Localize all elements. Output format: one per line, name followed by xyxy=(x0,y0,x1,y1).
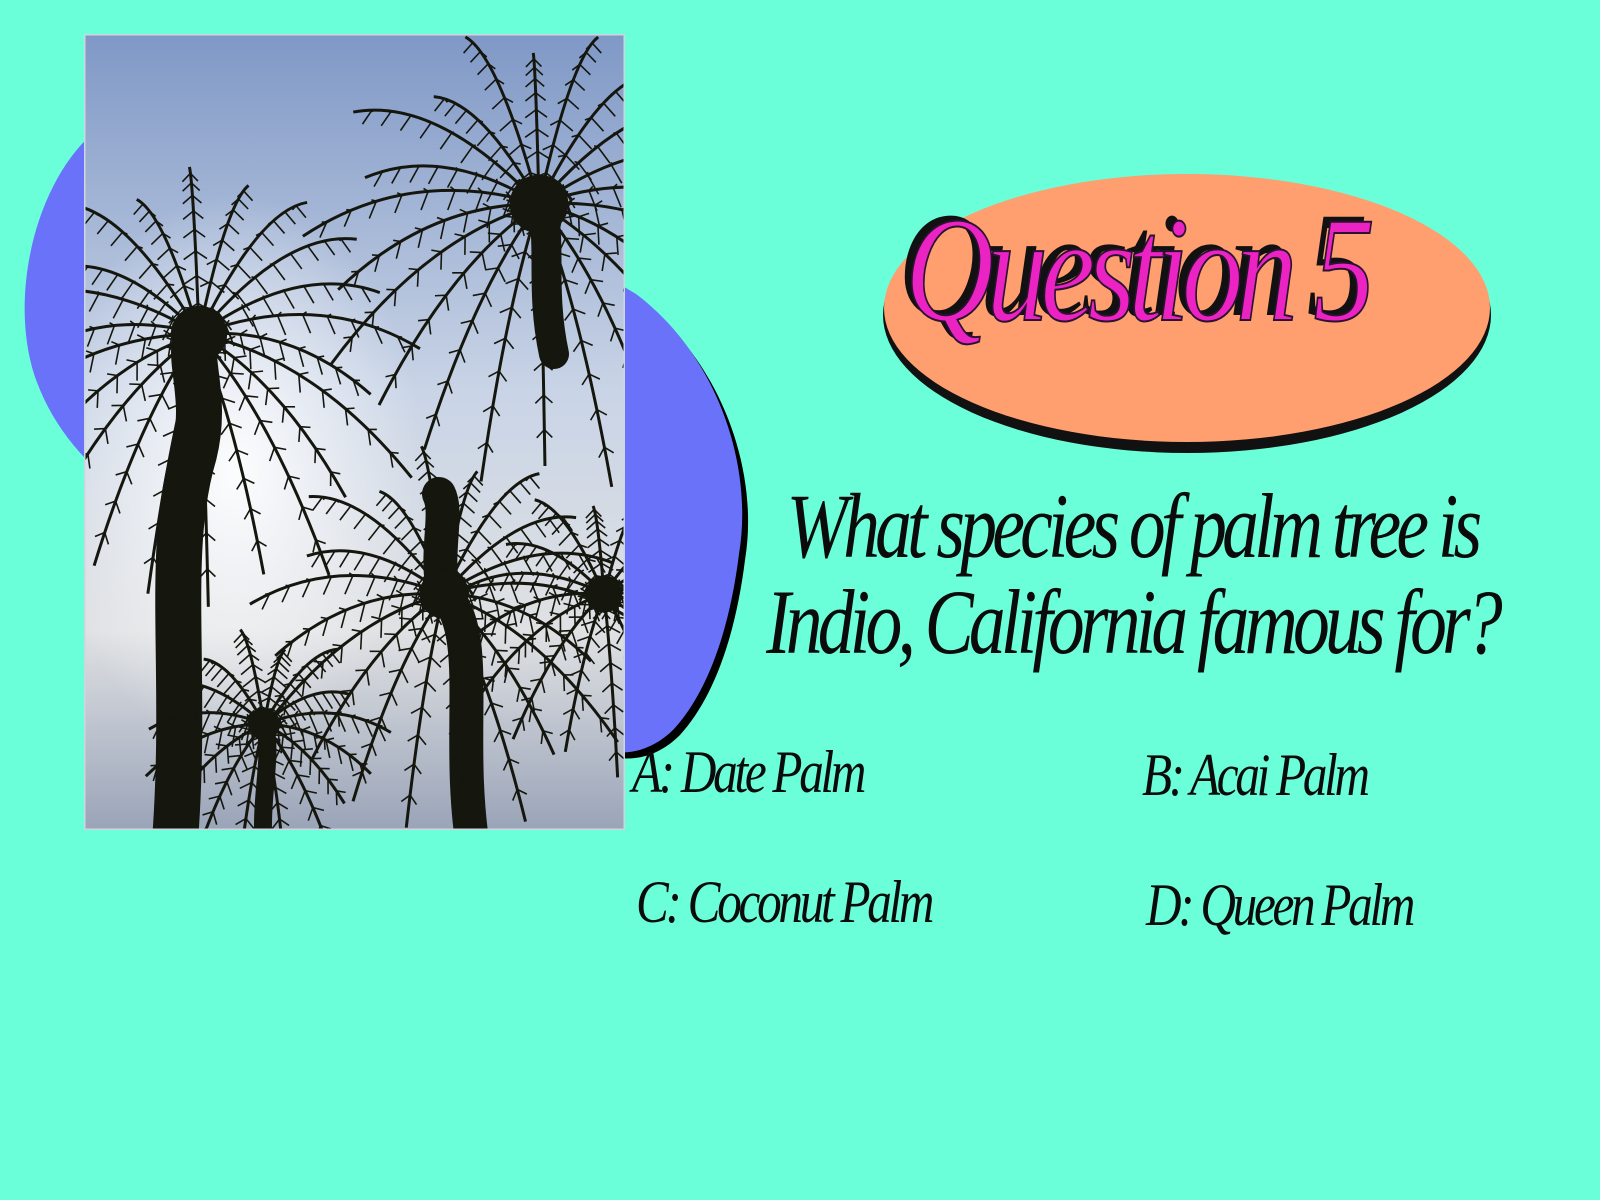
question-text: What species of palm tree is Indio, Cali… xyxy=(700,478,1564,670)
answer-option-c[interactable]: C: Coconut Palm xyxy=(636,872,934,932)
palm-trunk xyxy=(152,311,222,830)
quiz-slide: Question 5 Question 5 What species of pa… xyxy=(0,0,1600,1200)
answer-option-b[interactable]: B: Acai Palm xyxy=(1142,745,1370,805)
question-line-2: Indio, California famous for? xyxy=(766,571,1503,673)
question-line-1: What species of palm tree is xyxy=(786,475,1483,577)
answer-option-a[interactable]: A: Date Palm xyxy=(632,742,866,802)
palm-trees-photo xyxy=(84,34,625,830)
answer-option-d[interactable]: D: Queen Palm xyxy=(1146,875,1415,935)
page-title: Question 5 xyxy=(904,187,1376,353)
